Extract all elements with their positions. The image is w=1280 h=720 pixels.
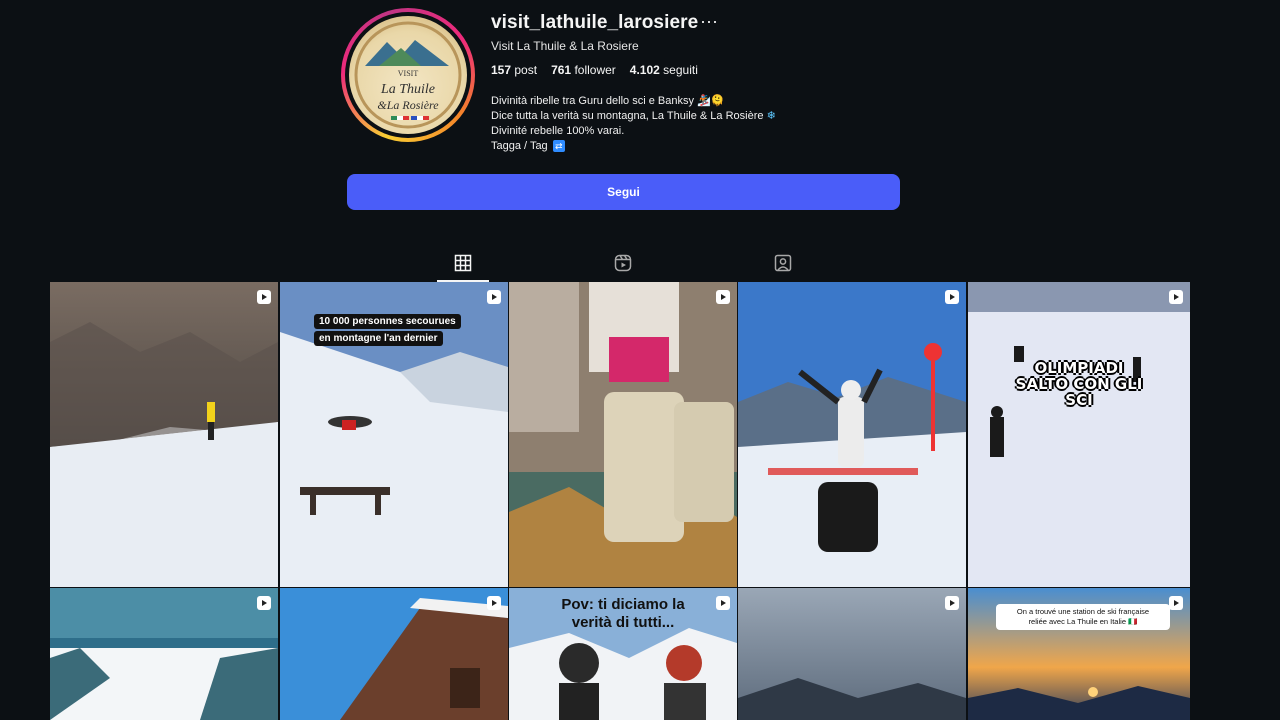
post-overlay-title: Pov: ti diciamo la verità di tutti... [561,596,685,631]
post-tile[interactable]: OLIMPIADI SALTO CON GLI SCI [968,282,1190,587]
post-image [50,588,278,720]
post-image [738,282,966,587]
profile-full-name: Visit La Thuile & La Rosiere [491,39,639,53]
post-tile[interactable] [738,588,966,720]
snowflake-icon: ❄ [766,110,776,122]
stat-posts: 157 post [491,63,538,77]
repeat-icon: ⇄ [552,140,565,153]
post-image [50,282,278,587]
post-image [280,588,508,720]
video-icon [257,596,271,610]
post-overlay-caption: On a trouvé une station de ski française… [996,604,1170,630]
tagged-icon [774,254,792,272]
video-icon [487,596,501,610]
bio-line-4: Tagga / Tag ⇄ [491,139,776,154]
svg-text:&La Rosière: &La Rosière [377,98,439,112]
post-tile[interactable]: 10 000 personnes secourues en montagne l… [280,282,508,587]
video-icon [945,290,959,304]
post-tile[interactable] [509,282,737,587]
tab-tagged[interactable] [757,250,809,278]
profile-avatar-ring[interactable]: VISIT La Thuile &La Rosière [341,8,475,142]
post-overlay-line: en montagne l'an dernier [314,331,443,346]
post-tile[interactable] [280,588,508,720]
post-tile[interactable] [50,588,278,720]
posts-grid: 10 000 personnes secourues en montagne l… [50,282,1196,720]
bio-line-2: Dice tutta la verità su montagna, La Thu… [491,110,776,122]
bio-line-3: Divinité rebelle 100% varai. [491,125,625,137]
post-image [509,282,737,587]
tab-reels[interactable] [597,250,649,278]
more-options-icon[interactable]: ··· [700,12,718,30]
tab-posts[interactable] [437,250,489,282]
stat-following[interactable]: 4.102 seguiti [630,63,698,77]
post-tile[interactable] [50,282,278,587]
video-icon [1169,290,1183,304]
post-tile[interactable]: On a trouvé une station de ski française… [968,588,1190,720]
video-icon [257,290,271,304]
post-image [968,282,1190,587]
video-icon [716,290,730,304]
svg-text:La Thuile: La Thuile [380,82,435,97]
grid-icon [454,254,472,272]
post-image [738,588,966,720]
profile-username: visit_lathuile_larosiere [491,12,699,33]
video-icon [487,290,501,304]
post-tile[interactable] [738,282,966,587]
video-icon [716,596,730,610]
reels-icon [614,254,632,272]
avatar[interactable]: VISIT La Thuile &La Rosière [349,16,467,134]
stat-followers[interactable]: 761 follower [551,63,616,77]
profile-stats: 157 post 761 follower 4.102 seguiti [491,63,698,77]
follow-button[interactable]: Segui [347,174,900,210]
avatar-logo-icon: VISIT La Thuile &La Rosière [354,21,462,129]
bio-line-1: Divinità ribelle tra Guru dello sci e Ba… [491,95,725,107]
post-overlay-line: 10 000 personnes secourues [314,314,461,329]
post-tile[interactable]: Pov: ti diciamo la verità di tutti... [509,588,737,720]
video-icon [1169,596,1183,610]
profile-bio: Divinità ribelle tra Guru dello sci e Ba… [491,94,776,154]
video-icon [945,596,959,610]
svg-text:VISIT: VISIT [398,69,419,78]
post-overlay-title: OLIMPIADI SALTO CON GLI SCI [1015,359,1143,409]
